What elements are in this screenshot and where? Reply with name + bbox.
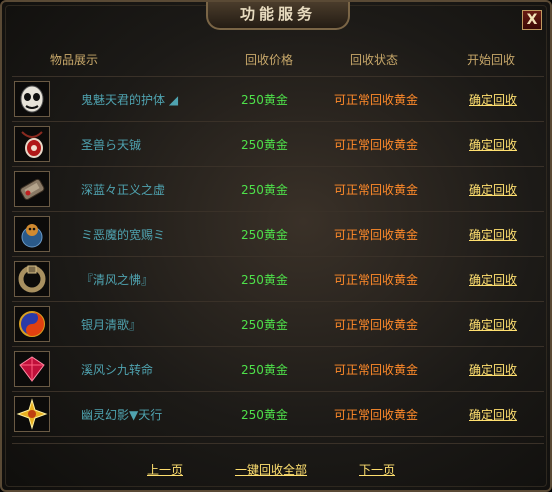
item-status: 可正常回收黄金 — [334, 273, 419, 287]
item-name: 深蓝々正义之虚 — [81, 183, 166, 197]
item-price: 250黄金 — [241, 273, 288, 287]
yin-yang-icon — [14, 306, 50, 342]
skull-mask-icon — [14, 81, 50, 117]
item-name: 幽灵幻影▼天行 — [81, 408, 163, 422]
demon-ring-icon — [14, 216, 50, 252]
item-price: 250黄金 — [241, 318, 288, 332]
item-price: 250黄金 — [241, 363, 288, 377]
item-name: 圣兽ら天铖 — [81, 138, 142, 152]
confirm-recycle-link[interactable]: 确定回收 — [469, 271, 517, 288]
confirm-recycle-link[interactable]: 确定回收 — [469, 361, 517, 378]
window-title: 功能服务 — [206, 2, 350, 30]
recycle-all-link[interactable]: 一键回收全部 — [235, 461, 307, 478]
gold-ring-icon — [14, 261, 50, 297]
list-item: 溪风シ九转命 250黄金 可正常回收黄金 确定回收 — [12, 347, 544, 392]
confirm-recycle-link[interactable]: 确定回收 — [469, 91, 517, 108]
list-item: ミ恶魔的宽赐ミ 250黄金 可正常回收黄金 确定回收 — [12, 212, 544, 257]
item-name: 『清风之怫』 — [81, 273, 154, 287]
column-header-price: 回收价格 — [245, 53, 294, 67]
red-pendant-icon — [14, 126, 50, 162]
next-page-link[interactable]: 下一页 — [359, 461, 395, 478]
recycle-service-window: 功能服务 X 物品展示 回收价格 回收状态 开始回收 鬼魅天君的护体 ◢ 250… — [0, 0, 552, 492]
column-header-item: 物品展示 — [50, 53, 99, 67]
gold-sun-icon — [14, 396, 50, 432]
item-name: 溪风シ九转命 — [81, 363, 154, 377]
item-status: 可正常回收黄金 — [334, 408, 419, 422]
item-price: 250黄金 — [241, 408, 288, 422]
item-list: 鬼魅天君的护体 ◢ 250黄金 可正常回收黄金 确定回收 圣兽ら天铖 250黄金… — [12, 76, 544, 437]
item-name: 银月清歌』 — [81, 318, 142, 332]
confirm-recycle-link[interactable]: 确定回收 — [469, 406, 517, 423]
confirm-recycle-link[interactable]: 确定回收 — [469, 136, 517, 153]
item-status: 可正常回收黄金 — [334, 228, 419, 242]
divider — [12, 443, 544, 444]
confirm-recycle-link[interactable]: 确定回收 — [469, 181, 517, 198]
item-status: 可正常回收黄金 — [334, 138, 419, 152]
list-item: 圣兽ら天铖 250黄金 可正常回收黄金 确定回收 — [12, 122, 544, 167]
list-item: 幽灵幻影▼天行 250黄金 可正常回收黄金 确定回收 — [12, 392, 544, 437]
item-name: 鬼魅天君的护体 ◢ — [81, 93, 179, 107]
item-price: 250黄金 — [241, 93, 288, 107]
item-name: ミ恶魔的宽赐ミ — [81, 228, 166, 242]
item-price: 250黄金 — [241, 183, 288, 197]
item-status: 可正常回收黄金 — [334, 183, 419, 197]
item-status: 可正常回收黄金 — [334, 318, 419, 332]
column-header-status: 回收状态 — [350, 53, 399, 67]
item-price: 250黄金 — [241, 138, 288, 152]
list-item: 鬼魅天君的护体 ◢ 250黄金 可正常回收黄金 确定回收 — [12, 76, 544, 122]
bracer-icon — [14, 171, 50, 207]
item-status: 可正常回收黄金 — [334, 363, 419, 377]
item-price: 250黄金 — [241, 228, 288, 242]
list-item: 深蓝々正义之虚 250黄金 可正常回收黄金 确定回收 — [12, 167, 544, 212]
prev-page-link[interactable]: 上一页 — [147, 461, 183, 478]
item-status: 可正常回收黄金 — [334, 93, 419, 107]
ruby-gem-icon — [14, 351, 50, 387]
list-item: 银月清歌』 250黄金 可正常回收黄金 确定回收 — [12, 302, 544, 347]
close-button[interactable]: X — [522, 10, 542, 30]
list-item: 『清风之怫』 250黄金 可正常回收黄金 确定回收 — [12, 257, 544, 302]
column-header-action: 开始回收 — [467, 53, 516, 67]
confirm-recycle-link[interactable]: 确定回收 — [469, 226, 517, 243]
confirm-recycle-link[interactable]: 确定回收 — [469, 316, 517, 333]
